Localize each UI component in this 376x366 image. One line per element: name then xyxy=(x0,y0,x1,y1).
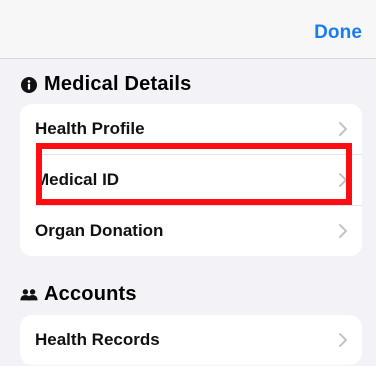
list-item-health-profile[interactable]: Health Profile xyxy=(20,104,362,154)
chevron-right-icon xyxy=(339,224,347,238)
chevron-right-icon xyxy=(339,122,347,136)
people-icon xyxy=(20,286,38,304)
info-circle-icon xyxy=(20,76,38,94)
list-item-label: Medical ID xyxy=(35,170,120,189)
accounts-card: Health Records xyxy=(20,315,362,365)
list-item-label: Health Records xyxy=(35,330,160,349)
list-item-organ-donation[interactable]: Organ Donation xyxy=(20,206,362,256)
section-title: Accounts xyxy=(44,283,137,305)
list-item-label: Organ Donation xyxy=(35,221,164,240)
list-item-medical-id[interactable]: Medical ID xyxy=(20,155,362,205)
nav-divider xyxy=(0,58,376,59)
chevron-right-icon xyxy=(339,173,347,187)
medical-details-card: Health Profile Medical ID Organ Donation xyxy=(20,104,362,256)
list-item-health-records[interactable]: Health Records xyxy=(20,315,362,365)
medical-details-header: Medical Details xyxy=(20,73,192,96)
section-title: Medical Details xyxy=(44,73,192,95)
accounts-header: Accounts xyxy=(20,283,137,306)
navigation-bar: Done xyxy=(0,0,376,58)
chevron-right-icon xyxy=(339,333,347,347)
done-button[interactable]: Done xyxy=(314,22,362,44)
list-item-label: Health Profile xyxy=(35,119,145,138)
